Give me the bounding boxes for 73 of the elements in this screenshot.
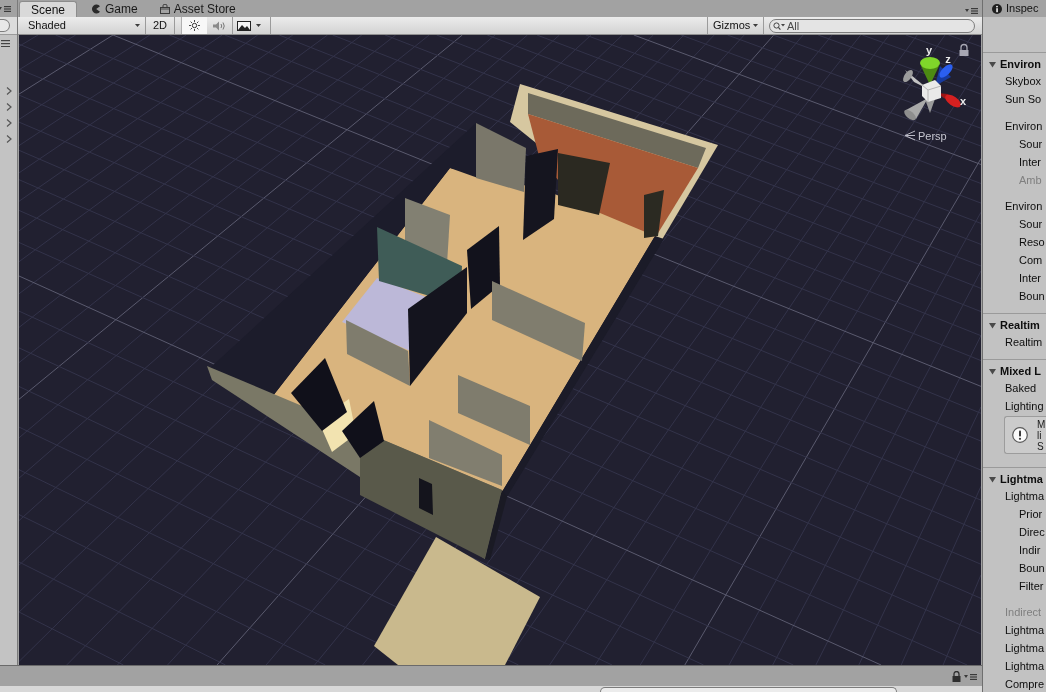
speaker-icon	[213, 20, 226, 31]
exclamation-icon	[1012, 427, 1028, 443]
lighting-toggle-button[interactable]	[181, 17, 207, 34]
property-label: Lighting	[1005, 398, 1044, 414]
property-label: Compre	[1005, 676, 1045, 692]
search-field[interactable]	[0, 19, 10, 32]
tab[interactable]: Asset Store	[149, 1, 246, 17]
property-label: Amb	[1019, 172, 1042, 188]
inspector-tab[interactable]: Inspec	[992, 0, 1039, 17]
chevron-right-icon[interactable]	[5, 103, 12, 111]
property-label: Lightma	[1005, 622, 1045, 638]
search-field[interactable]: All	[769, 18, 975, 33]
property-label: Sun So	[1005, 91, 1042, 107]
foldout-triangle-icon[interactable]	[989, 475, 996, 483]
property-label: Direc	[1019, 524, 1045, 540]
property-label: Skybox	[1005, 73, 1042, 89]
section-header[interactable]: Realtim	[989, 317, 1040, 333]
caret-icon	[753, 24, 759, 27]
chevron-right-icon[interactable]	[5, 119, 12, 127]
property-label: Indir	[1019, 542, 1041, 558]
tab[interactable]: Scene	[19, 1, 78, 17]
property-label: Prior	[1019, 506, 1043, 522]
info-icon	[992, 3, 1002, 14]
draw-mode-dropdown[interactable]: Shaded	[18, 17, 146, 34]
gizmos-dropdown[interactable]: Gizmos	[707, 17, 764, 34]
chevron-right-icon[interactable]	[5, 87, 12, 95]
foldout-triangle-icon[interactable]	[989, 321, 996, 329]
arrow-left-icon[interactable]	[904, 130, 916, 141]
section-header[interactable]: Mixed L	[989, 363, 1041, 379]
panel-menu-icon[interactable]	[964, 672, 977, 680]
property-label: Lightma	[1005, 658, 1045, 674]
caret-icon	[135, 24, 140, 27]
caret-icon	[256, 24, 261, 27]
2d-toggle-button[interactable]: 2D	[146, 17, 175, 34]
property-label: Lightma	[1005, 488, 1045, 504]
lock-icon[interactable]	[959, 43, 969, 56]
property-label: Sour	[1019, 136, 1043, 152]
list-icon[interactable]	[1, 40, 10, 47]
axis-label: y	[925, 44, 933, 56]
axis-gizmo-icon[interactable]	[903, 57, 961, 121]
axis-label: x	[959, 95, 967, 107]
property-label: Realtim	[1005, 334, 1043, 350]
bag-icon	[159, 4, 170, 14]
lock-icon[interactable]	[952, 670, 961, 682]
property-label: Boun	[1019, 288, 1045, 304]
property-label: Com	[1019, 252, 1043, 268]
panel-menu-icon[interactable]	[0, 5, 11, 12]
panel-menu-icon[interactable]	[965, 7, 978, 14]
foldout-triangle-icon[interactable]	[989, 60, 996, 68]
search-icon	[773, 21, 785, 30]
property-label: Inter	[1019, 154, 1041, 170]
scene-viewport[interactable]: y z x Persp	[19, 35, 981, 665]
image-icon	[237, 20, 251, 31]
property-label: Baked	[1005, 380, 1037, 396]
property-label: Reso	[1019, 234, 1045, 250]
tab[interactable]: Game	[81, 1, 148, 17]
property-label: Environ	[1005, 198, 1043, 214]
property-label: Boun	[1019, 560, 1045, 576]
property-label: Lightma	[1005, 640, 1045, 656]
section-header[interactable]: Environ	[989, 56, 1041, 72]
section-header[interactable]: Lightma	[989, 471, 1043, 487]
search-field[interactable]	[600, 687, 897, 692]
property-label: Sour	[1019, 216, 1043, 232]
property-label: Indirect	[1005, 604, 1042, 620]
help-message: M li S	[1037, 418, 1046, 452]
chevron-right-icon[interactable]	[5, 135, 12, 143]
property-label: Environ	[1005, 118, 1043, 134]
sun-icon	[189, 20, 200, 31]
foldout-triangle-icon[interactable]	[989, 367, 996, 375]
axis-label: z	[945, 53, 951, 65]
projection-label[interactable]: Persp	[918, 129, 947, 142]
property-label: Filter	[1019, 578, 1044, 594]
property-label: Inter	[1019, 270, 1041, 286]
